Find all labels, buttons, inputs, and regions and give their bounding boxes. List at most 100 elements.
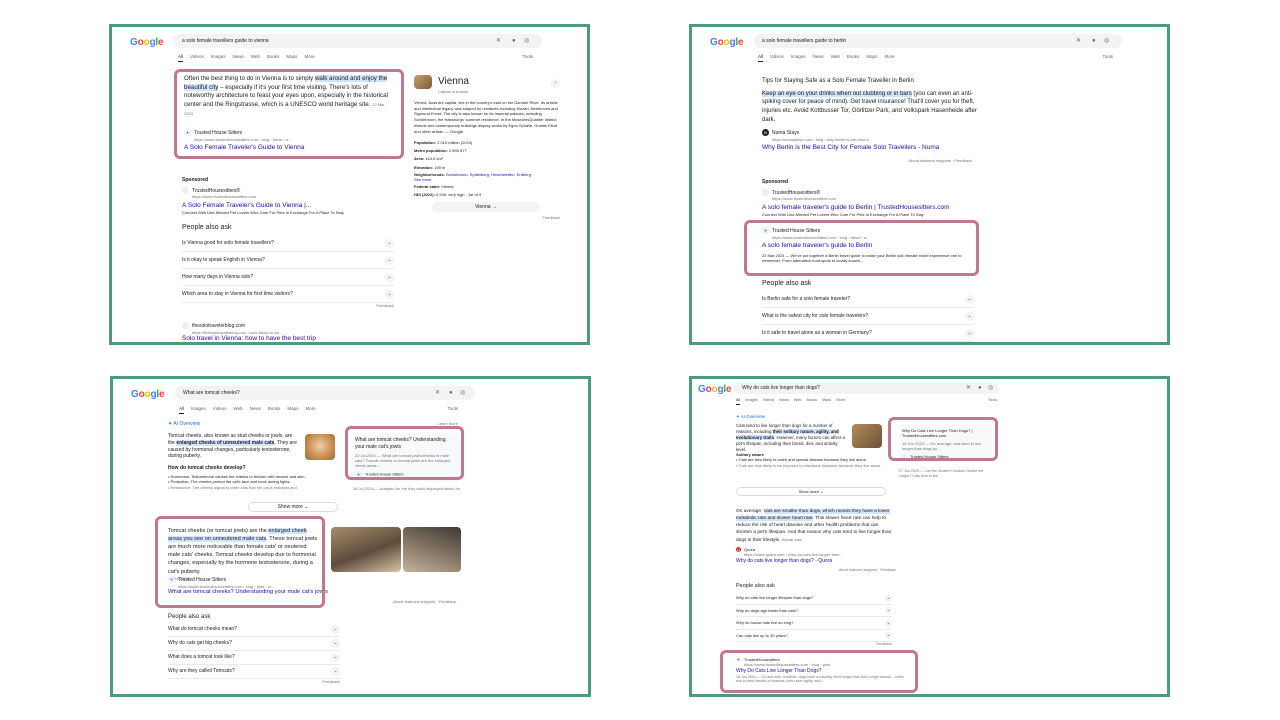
about-snippets-link[interactable]: About featured snippets bbox=[909, 158, 951, 163]
tab-all[interactable]: All bbox=[736, 398, 741, 406]
lens-icon[interactable]: ◎ bbox=[1104, 34, 1109, 48]
tools-button[interactable]: Tools bbox=[988, 398, 997, 403]
source-site: Quora bbox=[744, 547, 756, 552]
tab-all[interactable]: All bbox=[178, 54, 184, 63]
see-more-link[interactable]: See more bbox=[414, 177, 431, 182]
tab-web[interactable]: Web bbox=[794, 398, 802, 405]
paa-question[interactable]: What does a tomcat look like? ⌄ bbox=[168, 651, 340, 666]
paa-feedback[interactable]: Feedback bbox=[168, 679, 340, 684]
tab-maps[interactable]: Maps bbox=[286, 54, 297, 62]
ad-link[interactable]: A solo female traveler's guide to Berlin… bbox=[762, 204, 982, 213]
tab-images[interactable]: Images bbox=[211, 54, 226, 62]
feedback-link[interactable]: Feedback bbox=[182, 303, 394, 308]
sponsored-result: Sponsored TrustedHousesitters® https://w… bbox=[762, 179, 982, 218]
clear-icon[interactable]: ✕ bbox=[966, 383, 971, 394]
tools-button[interactable]: Tools bbox=[447, 406, 458, 412]
google-logo[interactable]: Google bbox=[710, 36, 744, 50]
about-snippets-link[interactable]: About featured snippets bbox=[839, 568, 877, 572]
tab-images[interactable]: Images bbox=[791, 54, 806, 62]
about-snippets-link[interactable]: About featured snippets bbox=[393, 599, 435, 604]
ad-link[interactable]: A Solo Female Traveler's Guide to Vienna… bbox=[182, 202, 402, 211]
result-link[interactable]: Why do cats live longer than dogs? - Quo… bbox=[736, 558, 896, 565]
google-logo[interactable]: Google bbox=[130, 36, 164, 50]
tools-button[interactable]: Tools bbox=[1102, 54, 1113, 60]
tab-web[interactable]: Web bbox=[233, 406, 242, 414]
fact-link[interactable]: Schönbrunn, Spittelberg, Hirschstetten, … bbox=[446, 172, 533, 177]
paa-question[interactable]: Why are they called Tomcats? ⌄ bbox=[168, 665, 340, 680]
tab-videos[interactable]: Videos bbox=[213, 406, 227, 414]
tab-books[interactable]: Books bbox=[268, 406, 281, 414]
google-logo[interactable]: Google bbox=[698, 383, 732, 397]
fact-key: HDI (2022): bbox=[414, 192, 435, 197]
tab-maps[interactable]: Maps bbox=[866, 54, 877, 62]
kp-button[interactable]: Vienna → bbox=[432, 202, 540, 213]
tab-videos[interactable]: Videos bbox=[763, 398, 775, 405]
search-input[interactable]: a solo female travellers guide to berlin… bbox=[754, 34, 1122, 48]
google-logo[interactable]: Google bbox=[131, 388, 165, 402]
lens-icon[interactable]: ◎ bbox=[460, 386, 465, 400]
show-more-button[interactable]: Show more ⌄ bbox=[248, 502, 338, 512]
paa-question[interactable]: Is it okay to speak English in Vienna? ⌄ bbox=[182, 252, 394, 270]
result-link[interactable]: Why Berlin is the Best City for Female S… bbox=[762, 144, 982, 153]
microphone-icon[interactable]: ● bbox=[1092, 34, 1096, 48]
clear-icon[interactable]: ✕ bbox=[435, 386, 440, 400]
featured-snippet: Tips for Staying Safe as a Solo Female T… bbox=[762, 77, 977, 124]
paa-question[interactable]: Is it safe to travel alone as a woman in… bbox=[762, 325, 974, 342]
search-input[interactable]: What are tomcat cheeks? ✕ ● ◎ bbox=[175, 386, 475, 400]
paa-feedback[interactable]: Feedback bbox=[736, 642, 892, 647]
microphone-icon[interactable]: ● bbox=[512, 34, 516, 48]
search-input[interactable]: Why do cats live longer than dogs? ✕ ● ◎ bbox=[734, 383, 999, 394]
chevron-right-icon[interactable]: › bbox=[551, 79, 560, 88]
feedback-link[interactable]: Feedback bbox=[439, 599, 457, 604]
show-more-button[interactable]: Show more ⌄ bbox=[736, 487, 886, 496]
tomcat-image-2[interactable] bbox=[403, 527, 461, 572]
paa-question[interactable]: How many days in Vienna solo? ⌄ bbox=[182, 269, 394, 287]
paa-question[interactable]: Is Berlin safe for a solo female travele… bbox=[762, 291, 974, 309]
paa-question[interactable]: What do tomcat cheeks mean? ⌄ bbox=[168, 623, 340, 638]
cat-dog-thumbnail bbox=[852, 424, 882, 448]
clear-icon[interactable]: ✕ bbox=[1076, 34, 1081, 48]
tab-maps[interactable]: Maps bbox=[822, 398, 831, 405]
tab-news[interactable]: News bbox=[232, 54, 243, 62]
paa-question[interactable]: Which area to stay in Vienna for first t… bbox=[182, 286, 394, 304]
tab-more[interactable]: More bbox=[836, 398, 845, 405]
microphone-icon[interactable]: ● bbox=[449, 386, 453, 400]
paa-question[interactable]: Can cats live up to 30 years? ⌄ bbox=[736, 630, 892, 643]
paa-question[interactable]: Why do dogs age faster than cats? ⌄ bbox=[736, 605, 892, 618]
tab-all[interactable]: All bbox=[758, 54, 764, 63]
sponsored-label: Sponsored bbox=[762, 179, 789, 185]
paa-question[interactable]: Why do cats get big cheeks? ⌄ bbox=[168, 637, 340, 652]
paa-question[interactable]: Why do house cats live so long? ⌄ bbox=[736, 617, 892, 630]
tab-web[interactable]: Web bbox=[251, 54, 260, 62]
tab-all[interactable]: All bbox=[179, 406, 185, 415]
next-link[interactable]: Solo travel in Vienna: how to have the b… bbox=[182, 335, 394, 342]
tab-images[interactable]: Images bbox=[745, 398, 757, 405]
kp-feedback[interactable]: Feedback bbox=[414, 215, 560, 220]
tab-books[interactable]: Books bbox=[847, 54, 860, 62]
tab-web[interactable]: Web bbox=[831, 54, 840, 62]
tab-books[interactable]: Books bbox=[267, 54, 280, 62]
paa-question[interactable]: What is the safest city for solo female … bbox=[762, 308, 974, 326]
tab-videos[interactable]: Videos bbox=[190, 54, 204, 62]
lens-icon[interactable]: ◎ bbox=[524, 34, 529, 48]
lens-icon[interactable]: ◎ bbox=[988, 383, 993, 394]
tab-images[interactable]: Images bbox=[191, 406, 206, 414]
tab-news[interactable]: News bbox=[779, 398, 789, 405]
feedback-link[interactable]: Feedback bbox=[880, 568, 896, 572]
tab-videos[interactable]: Videos bbox=[770, 54, 784, 62]
tab-more[interactable]: More bbox=[884, 54, 894, 62]
microphone-icon[interactable]: ● bbox=[978, 383, 982, 394]
tab-news[interactable]: News bbox=[250, 406, 261, 414]
paa-question[interactable]: Is Vienna good for solo female traveller… bbox=[182, 235, 394, 253]
tab-more[interactable]: More bbox=[305, 406, 315, 414]
paa-question[interactable]: Why do cats live longer lifespan than do… bbox=[736, 592, 892, 605]
tab-more[interactable]: More bbox=[304, 54, 314, 62]
tomcat-image-1[interactable] bbox=[331, 527, 401, 572]
tab-news[interactable]: News bbox=[812, 54, 823, 62]
search-input[interactable]: a solo female travellers guide to vienna… bbox=[174, 34, 542, 48]
clear-icon[interactable]: ✕ bbox=[496, 34, 501, 48]
tab-books[interactable]: Books bbox=[806, 398, 817, 405]
feedback-link[interactable]: Feedback bbox=[954, 158, 972, 163]
tools-button[interactable]: Tools bbox=[522, 54, 533, 60]
tab-maps[interactable]: Maps bbox=[287, 406, 298, 414]
